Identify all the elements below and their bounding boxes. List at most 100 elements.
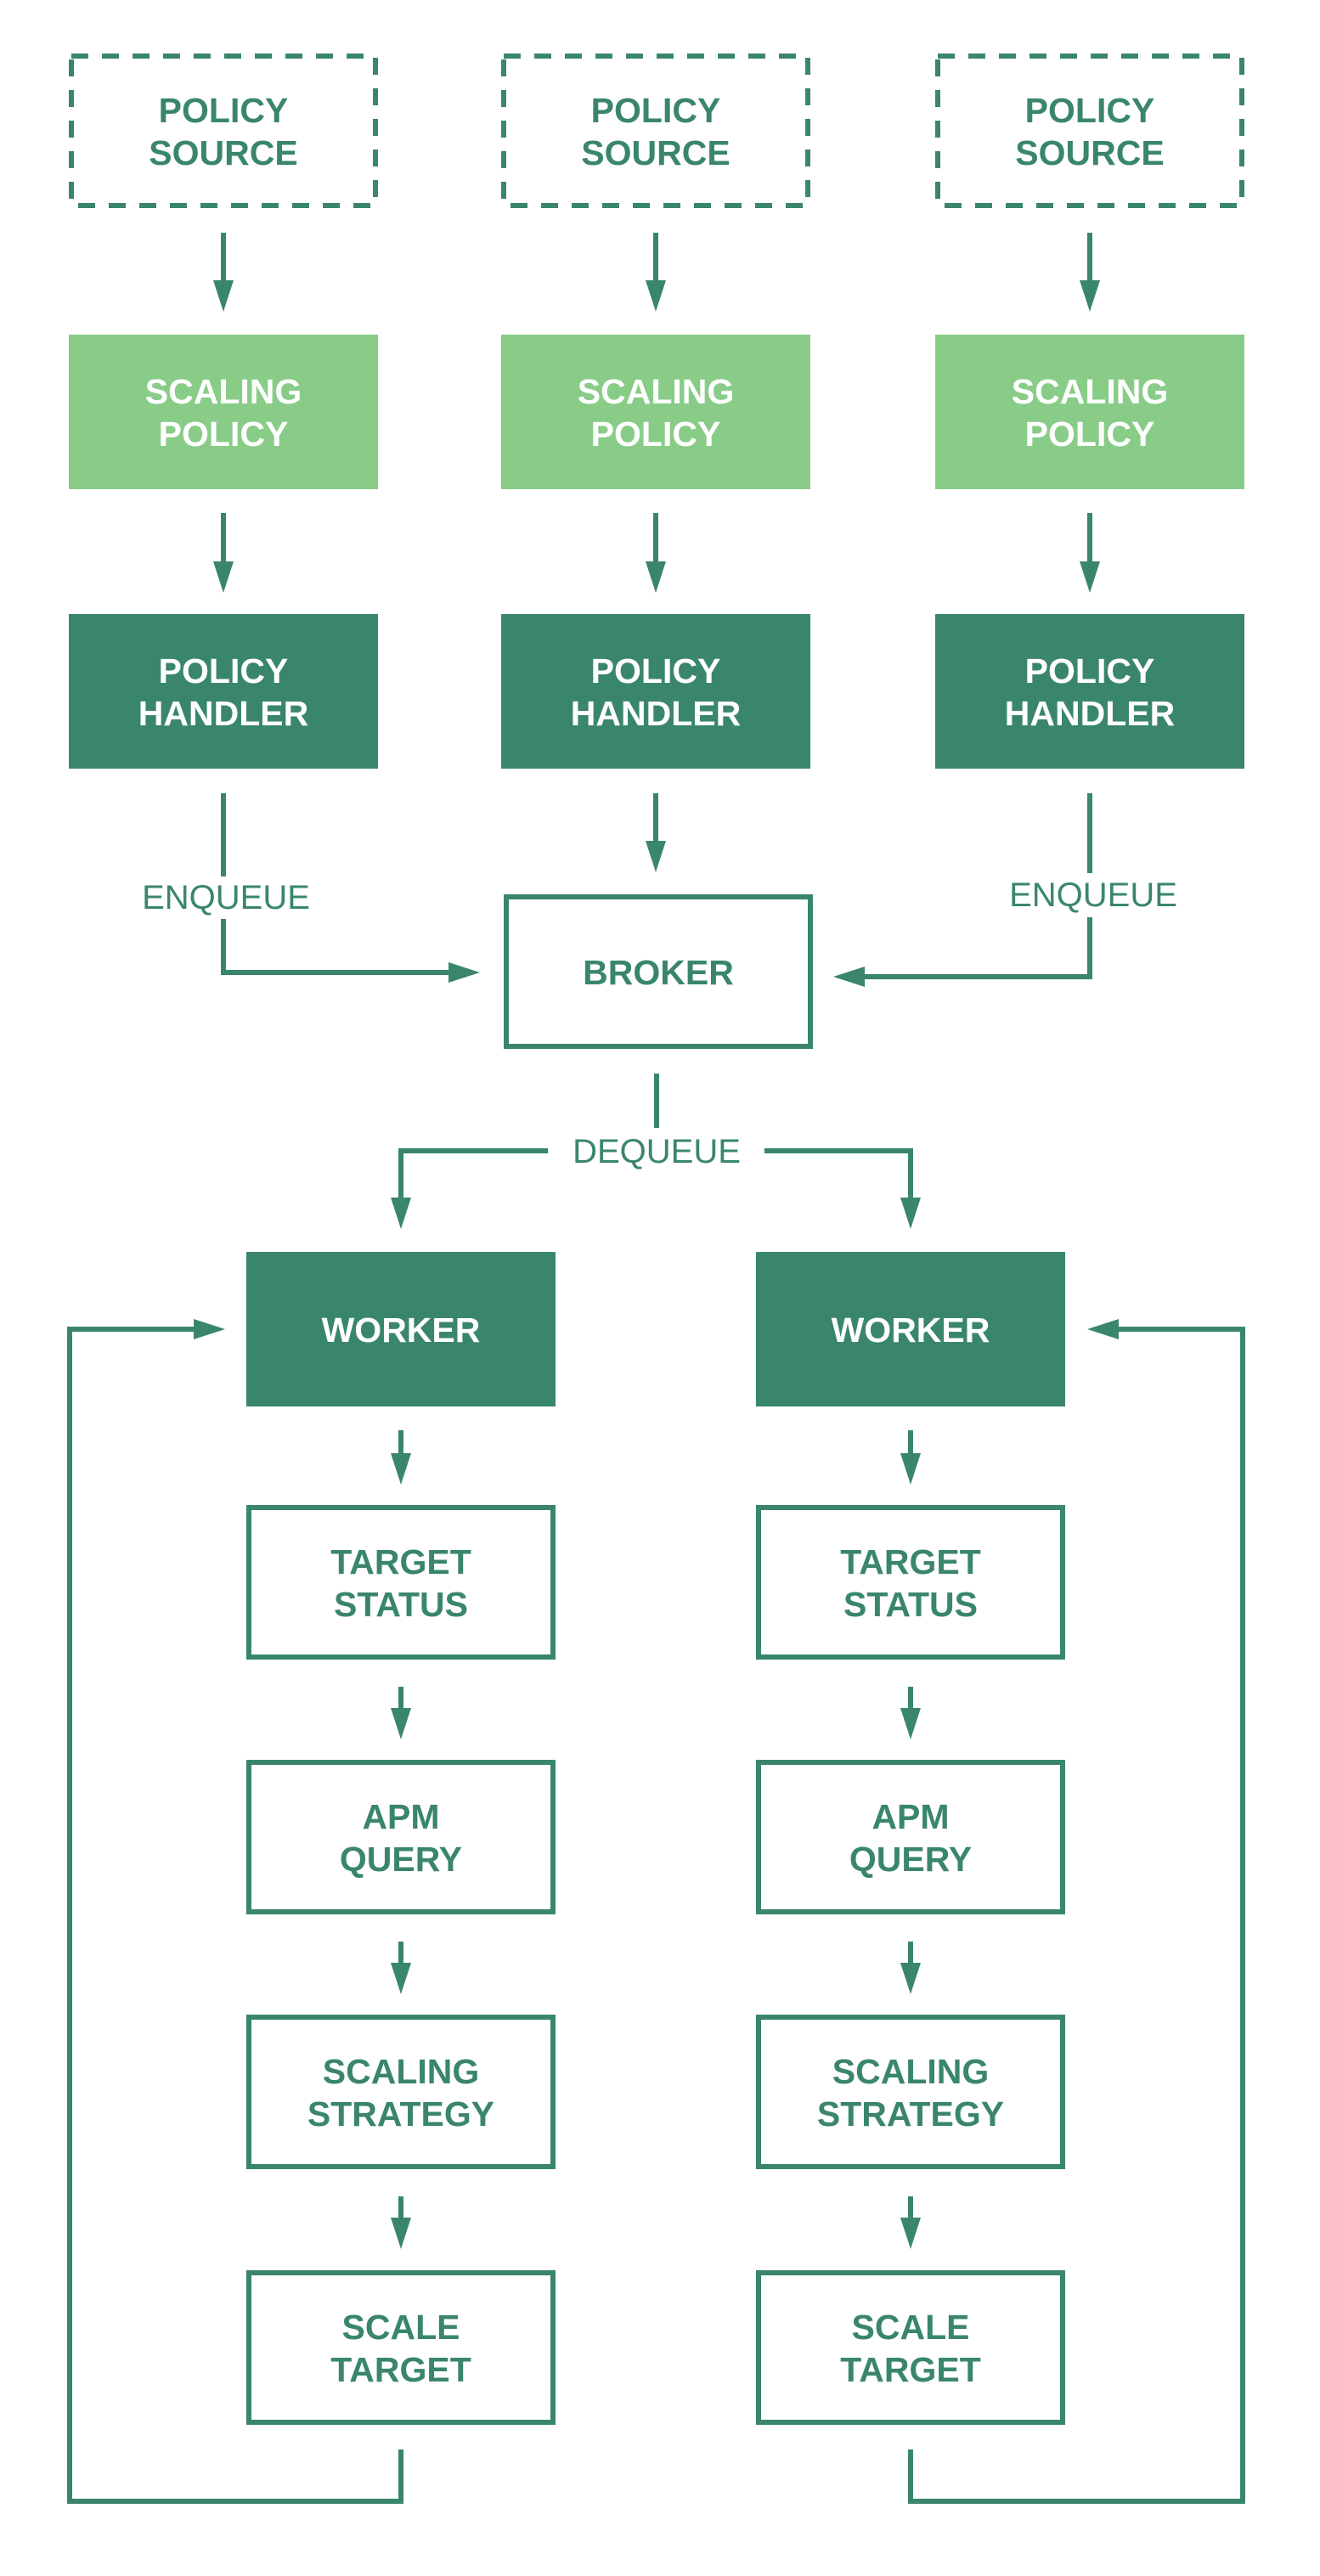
- node-box: [69, 614, 378, 769]
- node-target-status-2: TARGET STATUS: [756, 1505, 1065, 1660]
- node-box: [69, 335, 378, 489]
- node-label-line: SCALING: [323, 2052, 480, 2091]
- node-box: [756, 1760, 1065, 1914]
- node-policy-handler-3: POLICYHANDLER: [935, 614, 1244, 769]
- dequeue-label: DEQUEUE: [573, 1133, 741, 1170]
- node-scaling-policy-3: SCALINGPOLICY: [935, 335, 1244, 489]
- arrow-chain-2-2-arrowhead: [900, 1708, 921, 1739]
- node-label-line: POLICY: [1025, 91, 1155, 130]
- arrow-chain-1-2-arrowhead: [391, 1708, 411, 1739]
- node-target-status-1: TARGET STATUS: [246, 1505, 556, 1660]
- node-apm-query-1: APM QUERY: [246, 1760, 556, 1914]
- node-label-line: STRATEGY: [307, 2094, 494, 2134]
- arrow-policy-to-handler-1-arrowhead: [213, 561, 234, 593]
- node-box: [935, 614, 1244, 769]
- node-scaling-policy-1: SCALINGPOLICY: [69, 335, 378, 489]
- node-policy-handler-1: POLICYHANDLER: [69, 614, 378, 769]
- node-box: [756, 2015, 1065, 2169]
- arrow-source-to-policy-2-arrowhead: [646, 280, 666, 312]
- node-label-line: HANDLER: [1005, 694, 1175, 733]
- node-label-line: BROKER: [583, 953, 734, 992]
- node-apm-query-2: APM QUERY: [756, 1760, 1065, 1914]
- node-box: [246, 2015, 556, 2169]
- node-label-line: APM: [872, 1797, 949, 1836]
- arrow-source-to-policy-1-arrowhead: [213, 280, 234, 312]
- enqueue-right-lower-line: [863, 917, 1092, 979]
- node-label-line: QUERY: [849, 1840, 972, 1879]
- node-label-line: APM: [362, 1797, 439, 1836]
- node-scaling-policy-2: SCALINGPOLICY: [501, 335, 810, 489]
- node-box: [935, 335, 1244, 489]
- arrow-policy-to-handler-2-arrowhead: [646, 561, 666, 593]
- dequeue-left-line: [398, 1148, 548, 1199]
- node-scaling-strategy-2: SCALINGSTRATEGY: [756, 2015, 1065, 2169]
- node-label-line: SCALE: [342, 2308, 460, 2347]
- node-label-line: WORKER: [322, 1311, 481, 1350]
- enqueue-label-right: ENQUEUE: [1009, 877, 1177, 914]
- node-label-line: POLICY: [591, 651, 721, 691]
- edges-layer: [67, 233, 1245, 2504]
- arrow-chain-2-4-arrowhead: [900, 2218, 921, 2249]
- node-label-line: WORKER: [832, 1311, 990, 1350]
- node-label-line: POLICY: [591, 91, 721, 130]
- node-label-line: TARGET: [330, 1542, 471, 1581]
- enqueue-left-arrowhead: [448, 962, 480, 983]
- node-worker-2: WORKER: [756, 1252, 1065, 1406]
- arrow-chain-1-3-arrowhead: [391, 1963, 411, 1994]
- node-label-line: POLICY: [1025, 651, 1155, 691]
- arrow-handler-2-to-broker-arrowhead: [646, 841, 666, 872]
- node-box: [501, 614, 810, 769]
- node-label-line: SCALE: [852, 2308, 970, 2347]
- node-box: [246, 1760, 556, 1914]
- node-label-line: POLICY: [159, 414, 289, 454]
- node-label-line: STATUS: [334, 1585, 468, 1624]
- enqueue-left-lower-line: [221, 919, 450, 975]
- node-label-line: HANDLER: [571, 694, 741, 733]
- dequeue-right-line: [764, 1148, 913, 1199]
- node-label-line: POLICY: [591, 414, 721, 454]
- enqueue-label-left: ENQUEUE: [142, 879, 310, 916]
- enqueue-right-arrowhead: [833, 967, 865, 987]
- arrow-source-to-policy-3-arrowhead: [1080, 280, 1100, 312]
- nodes-layer: POLICYSOURCEPOLICYSOURCEPOLICYSOURCESCAL…: [69, 54, 1244, 2425]
- node-label-line: TARGET: [330, 2350, 471, 2389]
- node-label-line: POLICY: [159, 91, 289, 130]
- node-label-line: POLICY: [1025, 414, 1155, 454]
- node-label-line: SCALING: [145, 372, 302, 411]
- node-box: [935, 54, 1244, 208]
- node-label-line: TARGET: [840, 1542, 981, 1581]
- node-label-line: SOURCE: [581, 133, 730, 172]
- node-label-line: SCALING: [578, 372, 735, 411]
- autoscaler-architecture-diagram: POLICYSOURCEPOLICYSOURCEPOLICYSOURCESCAL…: [67, 54, 1245, 2504]
- arrow-chain-2-1-arrowhead: [900, 1453, 921, 1485]
- loop-left-arrowhead: [194, 1319, 225, 1339]
- node-box: [69, 54, 378, 208]
- arrow-policy-to-handler-3-arrowhead: [1080, 561, 1100, 593]
- node-label-line: TARGET: [840, 2350, 981, 2389]
- node-policy-source-2: POLICYSOURCE: [501, 54, 810, 208]
- loop-right-arrowhead: [1087, 1319, 1119, 1339]
- dequeue-right-arrowhead: [900, 1198, 921, 1229]
- dequeue-left-arrowhead: [391, 1198, 411, 1229]
- node-label-line: STRATEGY: [817, 2094, 1004, 2134]
- node-label-line: HANDLER: [138, 694, 308, 733]
- node-box: [246, 1505, 556, 1660]
- node-label-line: SCALING: [1012, 372, 1169, 411]
- arrow-chain-1-1-arrowhead: [391, 1453, 411, 1485]
- node-scale-target-2: SCALETARGET: [756, 2270, 1065, 2425]
- node-label-line: SCALING: [832, 2052, 990, 2091]
- node-label-line: POLICY: [159, 651, 289, 691]
- node-policy-source-1: POLICYSOURCE: [69, 54, 378, 208]
- node-box: [501, 54, 810, 208]
- node-label-line: STATUS: [843, 1585, 978, 1624]
- node-box: [756, 1505, 1065, 1660]
- node-broker: BROKER: [504, 894, 813, 1049]
- node-scaling-strategy-1: SCALINGSTRATEGY: [246, 2015, 556, 2169]
- arrow-chain-2-3-arrowhead: [900, 1963, 921, 1994]
- node-label-line: QUERY: [340, 1840, 462, 1879]
- node-label-line: SOURCE: [1015, 133, 1164, 172]
- node-label-line: SOURCE: [149, 133, 297, 172]
- node-policy-handler-2: POLICYHANDLER: [501, 614, 810, 769]
- arrow-chain-1-4-arrowhead: [391, 2218, 411, 2249]
- node-scale-target-1: SCALETARGET: [246, 2270, 556, 2425]
